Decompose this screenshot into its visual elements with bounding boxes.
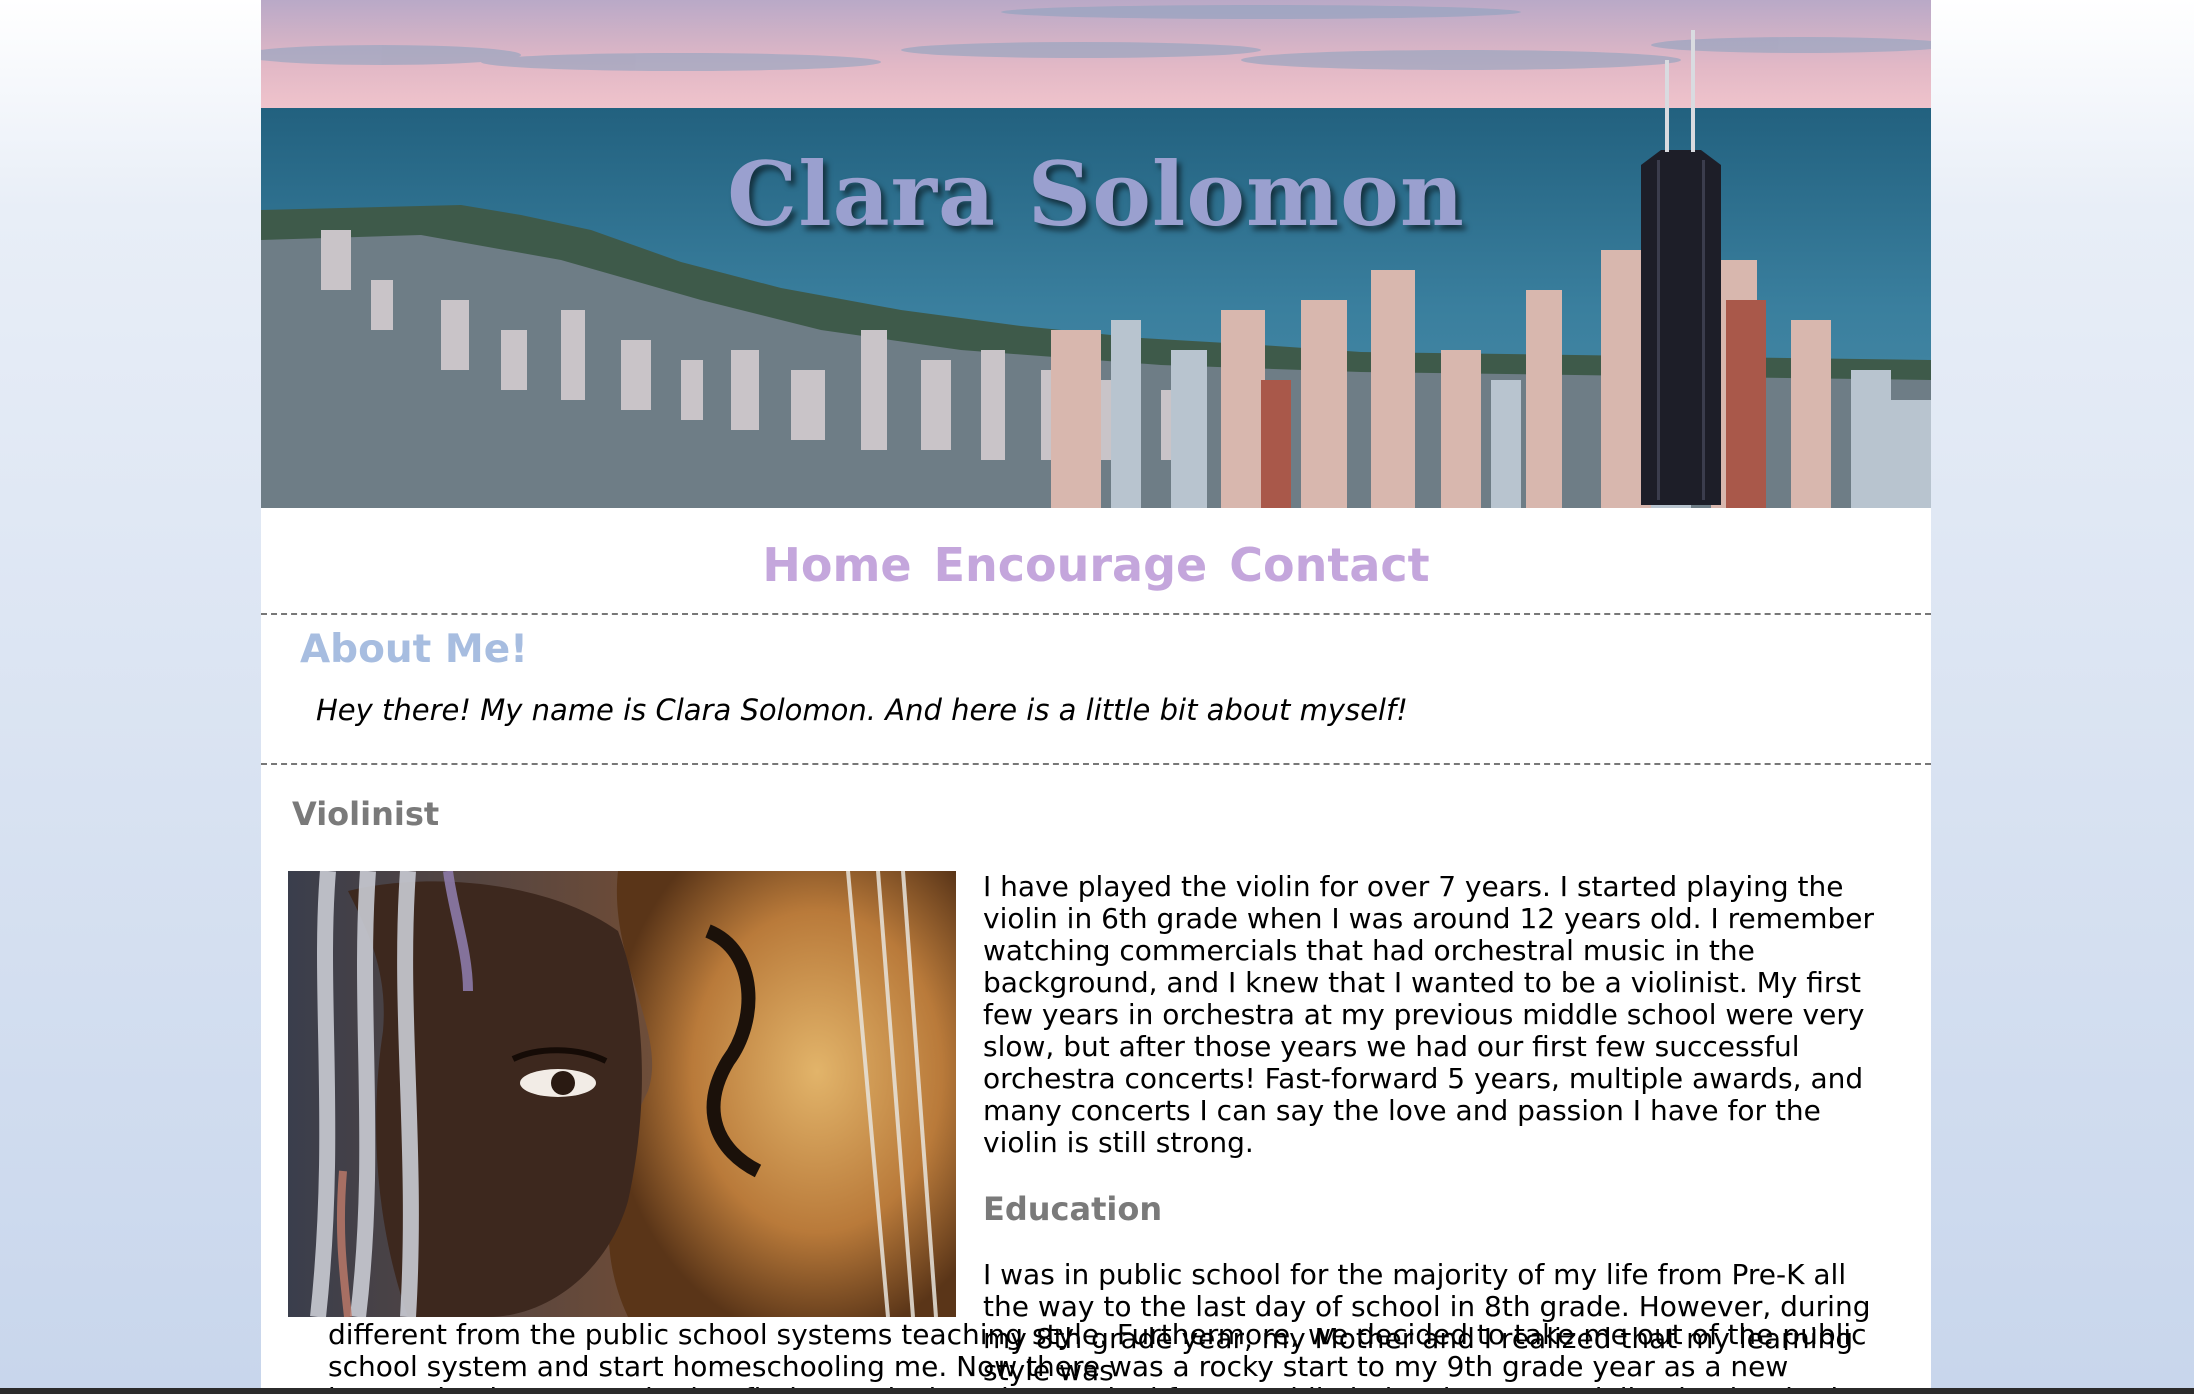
hero-banner: Clara Solomon: [261, 0, 1931, 508]
education-paragraph-continued: different from the public school systems…: [328, 1318, 1867, 1394]
about-section: About Me! Hey there! My name is Clara So…: [261, 615, 1931, 765]
page-container: Clara Solomon Home Encourage Contact Abo…: [261, 0, 1931, 1394]
city-skyline-image: [261, 0, 1931, 508]
violin-portrait-image: [288, 871, 956, 1317]
education-heading: Education: [983, 1190, 1163, 1228]
window-bottom-edge: [0, 1388, 2194, 1394]
violinist-text-column: I have played the violin for over 7 year…: [983, 871, 1883, 1387]
nav-link-encourage[interactable]: Encourage: [934, 530, 1208, 592]
violinist-photo: [288, 871, 956, 1317]
about-intro: Hey there! My name is Clara Solomon. And…: [316, 693, 1408, 727]
site-title: Clara Solomon: [727, 142, 1465, 246]
violinist-paragraph: I have played the violin for over 7 year…: [983, 870, 1875, 1159]
violinist-heading: Violinist: [292, 795, 440, 833]
nav-link-home[interactable]: Home: [762, 530, 911, 592]
about-heading: About Me!: [300, 627, 528, 672]
main-nav: Home Encourage Contact: [261, 508, 1931, 615]
nav-link-contact[interactable]: Contact: [1229, 530, 1429, 592]
